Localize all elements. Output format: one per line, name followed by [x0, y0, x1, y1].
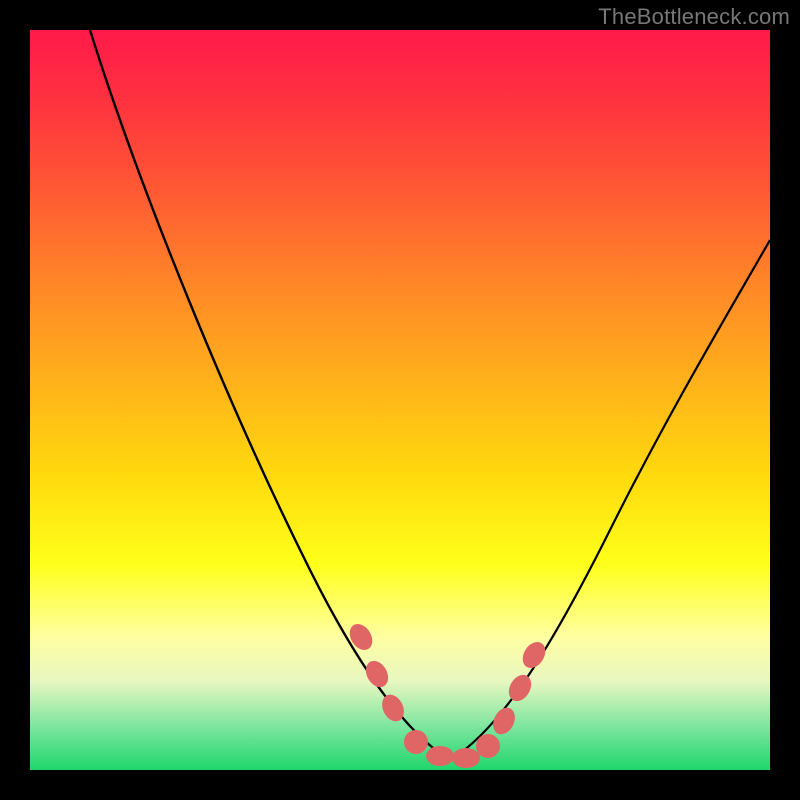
marker-6 [452, 748, 480, 768]
valley-markers [345, 620, 550, 768]
curve-svg [30, 30, 770, 770]
attribution-text: TheBottleneck.com [598, 4, 790, 30]
curve-left-arm [90, 30, 450, 760]
marker-5 [426, 746, 454, 766]
marker-1 [345, 620, 377, 654]
marker-7 [476, 734, 500, 758]
marker-9 [504, 671, 535, 705]
plot-area [30, 30, 770, 770]
marker-10 [518, 638, 550, 672]
curve-right-arm [450, 240, 770, 760]
marker-2 [361, 657, 392, 691]
marker-4 [404, 730, 428, 754]
stage: TheBottleneck.com [0, 0, 800, 800]
